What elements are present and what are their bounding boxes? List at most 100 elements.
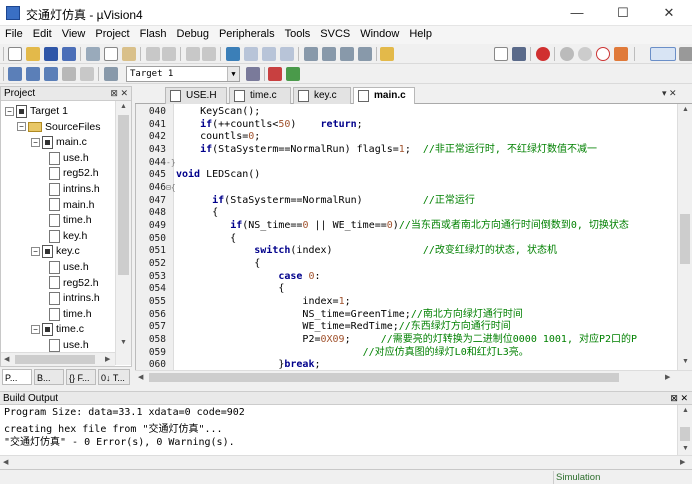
- code-line[interactable]: NS_time=GreenTime;//南北方向绿灯通行时间: [176, 309, 522, 322]
- menu-flash[interactable]: Flash: [135, 26, 172, 42]
- disable-breakpoints-icon[interactable]: [596, 47, 610, 61]
- code-line[interactable]: P2=0X09; //需要亮的灯转换为二进制位0000 1001, 对应P2口的…: [176, 334, 637, 347]
- prev-bookmark-icon[interactable]: [244, 47, 258, 61]
- scroll-down-icon[interactable]: ▼: [120, 339, 127, 346]
- save-icon[interactable]: [44, 47, 58, 61]
- tab-functions[interactable]: {} F...: [66, 369, 96, 385]
- close-button[interactable]: ✕: [646, 0, 692, 26]
- code-line[interactable]: switch(index) //改变红绿灯的状态, 状态机: [176, 245, 557, 258]
- tab-controls[interactable]: ▾ ✕: [662, 88, 677, 99]
- editor-horizontal-scrollbar[interactable]: ◀ ▶: [135, 370, 692, 384]
- select-packs-icon[interactable]: [286, 67, 300, 81]
- project-vertical-scrollbar[interactable]: ▲ ▼: [115, 101, 131, 365]
- code-line[interactable]: if(StaSysterm==NormalRun) flagls=1; //非正…: [176, 144, 597, 157]
- enable-breakpoint-icon[interactable]: [578, 47, 592, 61]
- new-file-icon[interactable]: [8, 47, 22, 61]
- comment-icon[interactable]: [340, 47, 354, 61]
- menu-help[interactable]: Help: [404, 26, 437, 42]
- editor-vertical-scrollbar[interactable]: ▲ ▼: [677, 104, 692, 370]
- scroll-thumb[interactable]: [118, 115, 129, 275]
- tab-use-h[interactable]: USE.H: [165, 87, 227, 104]
- menu-project[interactable]: Project: [90, 26, 134, 42]
- clear-bookmarks-icon[interactable]: [280, 47, 294, 61]
- translate-icon[interactable]: [8, 67, 22, 81]
- tree-item[interactable]: reg52.h: [49, 275, 99, 291]
- project-horizontal-scrollbar[interactable]: ◀ ▶: [1, 352, 115, 366]
- code-line[interactable]: if(NS_time==0 || WE_time==0)//当东西或者南北方向通…: [176, 220, 629, 233]
- code-line[interactable]: index=1;: [176, 296, 350, 309]
- rebuild-icon[interactable]: [44, 67, 58, 81]
- download-icon[interactable]: [104, 67, 118, 81]
- scroll-down-icon[interactable]: ▼: [682, 445, 689, 452]
- scroll-right-icon[interactable]: ▶: [665, 373, 670, 381]
- scroll-up-icon[interactable]: ▲: [120, 103, 127, 110]
- scroll-left-icon[interactable]: ◀: [4, 355, 9, 363]
- save-all-icon[interactable]: [62, 47, 76, 61]
- scroll-down-icon[interactable]: ▼: [682, 358, 689, 365]
- scroll-right-icon[interactable]: ▶: [680, 458, 685, 466]
- next-bookmark-icon[interactable]: [262, 47, 276, 61]
- code-line[interactable]: }break;: [176, 359, 320, 370]
- config-icon[interactable]: [679, 47, 692, 61]
- minimize-button[interactable]: —: [554, 0, 600, 26]
- target-options-icon[interactable]: [246, 67, 260, 81]
- menu-edit[interactable]: Edit: [28, 26, 57, 42]
- tree-item[interactable]: reg52.h: [49, 165, 99, 181]
- code-line[interactable]: KeyScan();: [176, 106, 260, 119]
- menu-debug[interactable]: Debug: [172, 26, 214, 42]
- breakpoint-icon[interactable]: [560, 47, 574, 61]
- tab-time-c[interactable]: time.c: [229, 87, 291, 104]
- tab-key-c[interactable]: key.c: [293, 87, 351, 104]
- nav-forward-icon[interactable]: [202, 47, 216, 61]
- output-vertical-scrollbar[interactable]: ▲ ▼: [677, 405, 692, 455]
- scroll-thumb[interactable]: [15, 355, 95, 364]
- code-line[interactable]: if(StaSysterm==NormalRun) //正常运行: [176, 195, 475, 208]
- scroll-thumb[interactable]: [149, 373, 619, 382]
- scroll-right-icon[interactable]: ▶: [105, 355, 110, 363]
- undo-icon[interactable]: [146, 47, 160, 61]
- bookmark-icon[interactable]: [226, 47, 240, 61]
- code-line[interactable]: //对应仿真图的绿灯L0和红灯L3亮。: [176, 347, 529, 360]
- tree-item[interactable]: − main.c: [31, 134, 87, 150]
- menu-svcs[interactable]: SVCS: [315, 26, 355, 42]
- scroll-left-icon[interactable]: ◀: [3, 458, 8, 466]
- tree-item[interactable]: use.h: [49, 259, 89, 275]
- output-horizontal-scrollbar[interactable]: ◀ ▶: [0, 455, 692, 469]
- open-file-icon[interactable]: [26, 47, 40, 61]
- paste-icon[interactable]: [122, 47, 136, 61]
- code-line[interactable]: {: [176, 207, 218, 220]
- fold-marker[interactable]: -}: [166, 157, 176, 170]
- build-icon[interactable]: [26, 67, 40, 81]
- indent-icon[interactable]: [304, 47, 318, 61]
- tree-item[interactable]: key.h: [49, 228, 87, 244]
- tree-item[interactable]: − time.c: [31, 321, 84, 337]
- code-editor[interactable]: 040 041 042 043 044 -} 045 046 ⊟{047 048 049 050 051…: [135, 104, 677, 370]
- find-icon[interactable]: [494, 47, 508, 61]
- scroll-up-icon[interactable]: ▲: [682, 106, 689, 113]
- menu-file[interactable]: File: [0, 26, 28, 42]
- tree-item[interactable]: use.h: [49, 337, 89, 353]
- code-line[interactable]: if(++countls<50) return;: [176, 119, 363, 132]
- scroll-thumb[interactable]: [680, 427, 690, 441]
- code-line[interactable]: void LEDScan(): [176, 169, 260, 182]
- tree-item[interactable]: time.h: [49, 212, 92, 228]
- tree-item[interactable]: use.h: [49, 150, 89, 166]
- menu-peripherals[interactable]: Peripherals: [214, 26, 280, 42]
- tree-item[interactable]: − key.c: [31, 243, 80, 259]
- tab-project[interactable]: P...: [2, 369, 32, 385]
- tab-books[interactable]: B...: [34, 369, 64, 385]
- collapse-icon[interactable]: −: [31, 247, 40, 257]
- tab-main-c[interactable]: main.c: [353, 87, 415, 105]
- panel-controls[interactable]: ⊠ ✕: [670, 392, 688, 405]
- menu-view[interactable]: View: [57, 26, 91, 42]
- tree-item[interactable]: intrins.h: [49, 181, 100, 197]
- target-select[interactable]: Target 1 ▼: [126, 66, 240, 82]
- tree-item[interactable]: − Target 1: [5, 103, 68, 119]
- collapse-icon[interactable]: −: [31, 137, 40, 147]
- unindent-icon[interactable]: [322, 47, 336, 61]
- find-in-files-icon[interactable]: [380, 47, 394, 61]
- incremental-find-icon[interactable]: [512, 47, 526, 61]
- redo-icon[interactable]: [162, 47, 176, 61]
- cut-icon[interactable]: [86, 47, 100, 61]
- tree-item[interactable]: − SourceFiles: [17, 119, 100, 135]
